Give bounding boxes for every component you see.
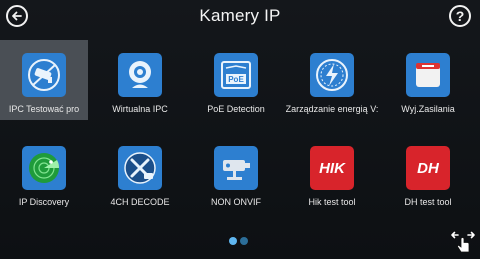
power-switch-icon	[406, 53, 450, 97]
app-label: Hik test tool	[308, 197, 356, 207]
app-hik-test-tool[interactable]: HIK Hik test tool	[288, 133, 376, 213]
app-label: PoE Detection	[207, 104, 265, 114]
app-label: NON ONVIF	[210, 197, 261, 207]
camera-test-icon	[22, 53, 66, 97]
decode-tools-icon	[118, 146, 162, 190]
app-label: Zarządzanie energią V:	[285, 104, 379, 114]
app-ip-discovery[interactable]: IP Discovery	[0, 133, 88, 213]
webcam-icon	[118, 53, 162, 97]
app-virtual-ipc[interactable]: Wirtualna IPC	[96, 40, 184, 120]
app-label: IPC Testować pro	[8, 104, 80, 114]
page-dot-1[interactable]	[229, 237, 237, 245]
dh-logo-icon: DH	[406, 146, 450, 190]
poe-text: PoE	[228, 75, 244, 84]
app-power-output[interactable]: Wyj.Zasilania	[384, 40, 472, 120]
page-indicator	[229, 237, 248, 245]
app-non-onvif[interactable]: NON ONVIF	[192, 133, 280, 213]
app-poe-detection[interactable]: PoE PoE Detection	[192, 40, 280, 120]
app-ipc-test-pro[interactable]: IPC Testować pro	[0, 40, 88, 120]
question-mark-icon: ?	[455, 8, 465, 24]
app-label: IP Discovery	[18, 197, 70, 207]
hik-logo-text: HIK	[319, 159, 345, 177]
swipe-hand-icon	[450, 230, 476, 256]
app-label: Wirtualna IPC	[112, 104, 168, 114]
app-label: DH test tool	[404, 197, 452, 207]
poe-icon: PoE	[214, 53, 258, 97]
page-dot-2[interactable]	[240, 237, 248, 245]
energy-management-icon	[310, 53, 354, 97]
app-4ch-decode[interactable]: 4CH DECODE	[96, 133, 184, 213]
help-button[interactable]: ?	[449, 5, 471, 27]
app-label: Wyj.Zasilania	[401, 104, 455, 114]
cctv-camera-icon	[214, 146, 258, 190]
app-energy-management[interactable]: Zarządzanie energią V:	[285, 40, 379, 120]
screen: Kamery IP ? IPC Testować pro Wirtualna I…	[0, 0, 480, 259]
app-dh-test-tool[interactable]: DH DH test tool	[384, 133, 472, 213]
app-label: 4CH DECODE	[110, 197, 170, 207]
page-title: Kamery IP	[199, 6, 281, 25]
dh-logo-text: DH	[417, 159, 439, 177]
hik-logo-icon: HIK	[310, 146, 354, 190]
radar-icon	[22, 146, 66, 190]
